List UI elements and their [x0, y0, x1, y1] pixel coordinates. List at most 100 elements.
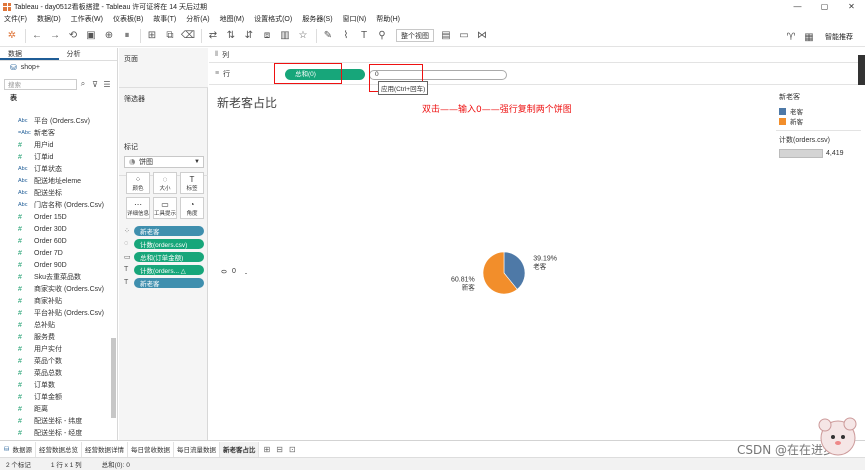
show-labels-icon[interactable]: ▥	[277, 28, 293, 44]
undo-icon[interactable]: ←	[29, 28, 45, 44]
rows-shelf[interactable]: ≡ 行 总和(0) 0 应用(Ctrl+回车)	[209, 63, 865, 95]
angle-button[interactable]: ◔ 角度	[180, 197, 204, 219]
field-item[interactable]: # 配送坐标 - 纬度	[0, 415, 110, 427]
tab-data[interactable]: 数据	[0, 48, 59, 60]
presentation-mode-icon[interactable]: ▭	[456, 28, 472, 44]
new-story-icon[interactable]: ⊡	[289, 445, 296, 454]
menu-file[interactable]: 文件(F)	[4, 14, 27, 24]
field-item[interactable]: # Order 30D	[0, 223, 110, 235]
field-item[interactable]: Abc 平台 (Orders.Csv)	[0, 115, 110, 127]
show-me-icon[interactable]: ▦	[801, 29, 817, 45]
legend-item[interactable]: 新客	[776, 116, 861, 126]
color-button[interactable]: ⁘ 颜色	[126, 172, 150, 194]
show-mark-labels-icon[interactable]: T	[356, 28, 372, 44]
tab-sheet[interactable]: 经营数据总览	[36, 441, 82, 457]
new-worksheet-icon[interactable]: ⊞	[144, 28, 160, 44]
show-cards-icon[interactable]: ▤	[438, 28, 454, 44]
search-input[interactable]: 搜索	[4, 78, 77, 90]
field-item[interactable]: # 订单id	[0, 151, 110, 163]
mark-pill-label-dim[interactable]: 新老客	[134, 277, 204, 288]
size-button[interactable]: ◌ 大小	[153, 172, 177, 194]
field-item[interactable]: # 菜品个数	[0, 355, 110, 367]
minimize-button[interactable]: —	[784, 0, 811, 13]
tab-sheet[interactable]: 经营数据详情	[82, 441, 128, 457]
search-icon[interactable]: ⌕	[77, 79, 89, 89]
field-item[interactable]: # 服务费	[0, 331, 110, 343]
mark-pill-angle[interactable]: 计数(orders.csv)	[134, 238, 204, 249]
refresh-icon[interactable]: ⟲	[65, 28, 81, 44]
swap-rows-columns-icon[interactable]: ⇄	[205, 28, 221, 44]
menu-map[interactable]: 地图(M)	[220, 14, 245, 24]
label-button[interactable]: T 标签	[180, 172, 204, 194]
smart-recommend-button[interactable]: 智能推荐	[825, 32, 853, 42]
field-item[interactable]: # 订单数	[0, 379, 110, 391]
tab-analysis[interactable]: 分析	[59, 48, 118, 60]
columns-shelf[interactable]: ⦀ 列	[209, 48, 865, 63]
field-item[interactable]: # 菜品总数	[0, 367, 110, 379]
new-dashboard-icon[interactable]: ⊟	[276, 445, 283, 454]
tooltip-button[interactable]: ▭ 工具提示	[153, 197, 177, 219]
field-item[interactable]: # Order 15D	[0, 211, 110, 223]
field-item[interactable]: # Order 7D	[0, 247, 110, 259]
pause-updates-icon[interactable]: ⏸	[119, 28, 135, 44]
field-item[interactable]: Abc 订单状态	[0, 163, 110, 175]
tableau-home-icon[interactable]: ✲	[4, 28, 20, 44]
datasource-item[interactable]: ⛁ shop+	[0, 61, 117, 74]
menu-story[interactable]: 故事(T)	[153, 14, 176, 24]
pin-icon[interactable]: ⌇	[338, 28, 354, 44]
field-item[interactable]: Abc 配送地址eleme	[0, 175, 110, 187]
menu-data[interactable]: 数据(D)	[37, 14, 61, 24]
field-item[interactable]: # 总补贴	[0, 319, 110, 331]
menu-window[interactable]: 窗口(N)	[343, 14, 367, 24]
menu-help[interactable]: 帮助(H)	[376, 14, 400, 24]
field-item[interactable]: Abc 配送坐标	[0, 187, 110, 199]
save-icon[interactable]: ▣	[83, 28, 99, 44]
tab-sheet[interactable]: 每日流量数据	[174, 441, 220, 457]
detail-button[interactable]: ⋯ 详细信息	[126, 197, 150, 219]
menu-server[interactable]: 服务器(S)	[302, 14, 332, 24]
mark-pill-color[interactable]: 新老客	[134, 225, 204, 236]
field-item[interactable]: # Order 60D	[0, 235, 110, 247]
menu-format[interactable]: 设置格式(O)	[254, 14, 292, 24]
view-fit-select[interactable]: 整个视图	[396, 29, 434, 42]
field-item[interactable]: Abc 门店名称 (Orders.Csv)	[0, 199, 110, 211]
side-panel-handle[interactable]	[858, 55, 865, 85]
field-item[interactable]: # 用户id	[0, 139, 110, 151]
field-list-scrollbar[interactable]	[111, 338, 116, 418]
view-options-icon[interactable]: ☰	[101, 80, 113, 89]
filter-icon[interactable]: ⊽	[89, 80, 101, 89]
maximize-button[interactable]: ▢	[811, 0, 838, 13]
legend-item[interactable]: 老客	[776, 106, 861, 116]
redo-icon[interactable]: →	[47, 28, 63, 44]
highlight-icon[interactable]: ✎	[320, 28, 336, 44]
field-item[interactable]: =Abc 新老客	[0, 127, 110, 139]
clear-sheet-icon[interactable]: ⌫	[180, 28, 196, 44]
fix-axes-icon[interactable]: ☆	[295, 28, 311, 44]
menu-worksheet[interactable]: 工作表(W)	[71, 14, 103, 24]
group-icon[interactable]: ⧈	[259, 28, 275, 44]
field-item[interactable]: # 用户实付	[0, 343, 110, 355]
pages-card[interactable]: 页面	[119, 48, 208, 88]
field-item[interactable]: # 订单金额	[0, 391, 110, 403]
new-worksheet-icon[interactable]: ⊞	[263, 445, 270, 454]
sort-ascending-icon[interactable]: ⇅	[223, 28, 239, 44]
tab-sheet[interactable]: 每日营收数据	[128, 441, 174, 457]
new-datasource-icon[interactable]: ⊕	[101, 28, 117, 44]
field-item[interactable]: # Order 90D	[0, 259, 110, 271]
ask-data-icon[interactable]: ♈	[783, 29, 799, 45]
field-item[interactable]: # 商家实收 (Orders.Csv)	[0, 283, 110, 295]
tab-datasource[interactable]: ⛁ 数据源	[0, 441, 36, 457]
menu-analysis[interactable]: 分析(A)	[186, 14, 209, 24]
mark-type-select[interactable]: 饼图 ▼	[124, 156, 204, 168]
mark-pill-tooltip[interactable]: 总和(订单金额)	[134, 251, 204, 262]
sort-descending-icon[interactable]: ⇵	[241, 28, 257, 44]
field-item[interactable]: # 平台补贴 (Orders.Csv)	[0, 307, 110, 319]
field-item[interactable]: # 商家补贴	[0, 295, 110, 307]
menu-dashboard[interactable]: 仪表板(B)	[113, 14, 143, 24]
share-icon[interactable]: ⋈	[474, 28, 490, 44]
field-item[interactable]: # 配送坐标 - 经度	[0, 427, 110, 439]
close-button[interactable]: ✕	[838, 0, 865, 13]
mark-pill-label-measure[interactable]: 计数(orders... △	[134, 264, 204, 275]
fix-axes-pin-icon[interactable]: ⚲	[374, 28, 390, 44]
field-item[interactable]: # Sku去重菜品数	[0, 271, 110, 283]
